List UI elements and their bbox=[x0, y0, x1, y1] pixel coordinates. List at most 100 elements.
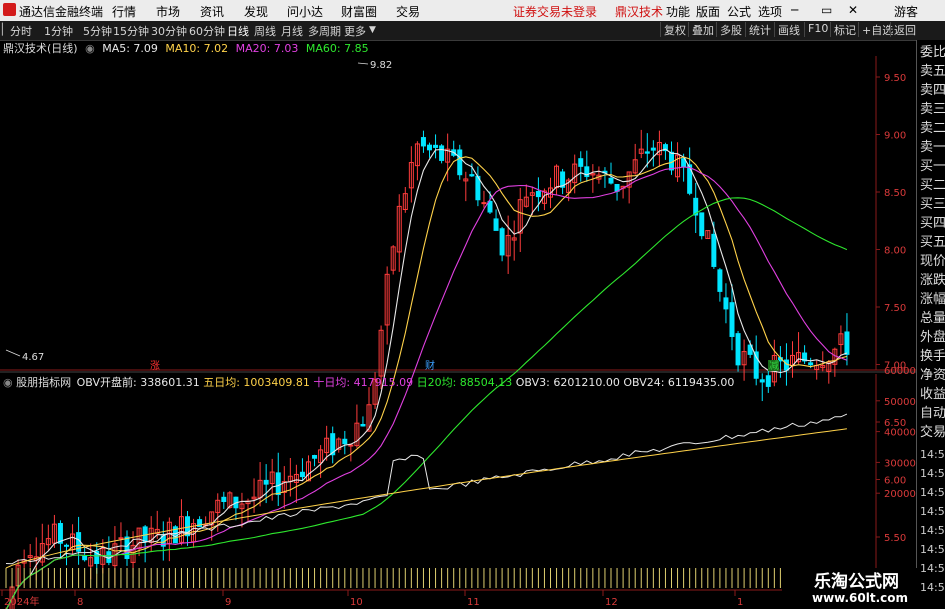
menu-layout[interactable]: 版面 bbox=[696, 3, 720, 20]
site-watermark: 乐淘公式网 www.60lt.com bbox=[782, 568, 917, 609]
stock-title: 鼎汉技术 bbox=[615, 5, 664, 19]
marker-reduce[interactable]: 减 bbox=[769, 360, 779, 372]
period-tab-active[interactable]: 日线 bbox=[227, 23, 249, 39]
candle-body bbox=[729, 302, 735, 337]
candle-body bbox=[433, 144, 439, 148]
candle-body bbox=[499, 228, 505, 256]
candle-body bbox=[735, 333, 741, 366]
price-tick-label: 8.00 bbox=[884, 246, 906, 257]
obv-tick-label: 60000 bbox=[884, 366, 916, 377]
menu-xiaoda[interactable]: 问小达 bbox=[287, 3, 323, 20]
candle-body bbox=[650, 147, 656, 151]
quote-panel-label[interactable]: 涨幅 bbox=[920, 290, 945, 309]
period-tab[interactable]: 分时 bbox=[10, 23, 32, 39]
price-tick-label: 6.00 bbox=[884, 476, 906, 487]
quote-panel-label[interactable]: 买五 bbox=[920, 233, 945, 252]
marker-finance[interactable]: 财 bbox=[425, 359, 435, 372]
quote-panel-label[interactable]: 外盘 bbox=[920, 328, 945, 347]
back-button[interactable]: 返回 bbox=[890, 22, 919, 37]
toolbar-button[interactable]: F10 bbox=[804, 22, 831, 37]
period-tab[interactable]: 月线 bbox=[281, 23, 303, 39]
candle-body bbox=[275, 472, 281, 496]
toolbar-button[interactable]: 统计 bbox=[745, 22, 774, 37]
quote-panel-label[interactable]: 交易 bbox=[920, 423, 945, 442]
price-tick-label: 8.50 bbox=[884, 188, 906, 199]
toolbar-button[interactable]: 画线 bbox=[774, 22, 803, 37]
period-tab-more[interactable]: 更多 bbox=[344, 23, 366, 39]
period-tab[interactable]: 30分钟 bbox=[151, 23, 187, 39]
candle-body bbox=[124, 536, 130, 559]
period-tab[interactable]: 多周期 bbox=[308, 23, 341, 39]
menu-formula[interactable]: 公式 bbox=[727, 3, 751, 20]
trade-time-label: 14:56 bbox=[920, 562, 945, 575]
ma60-line bbox=[5, 197, 848, 609]
quote-panel-label[interactable]: 卖三 bbox=[920, 100, 945, 119]
quote-panel-label[interactable]: 买四 bbox=[920, 214, 945, 233]
candle-body bbox=[118, 537, 124, 540]
candle-body bbox=[711, 233, 717, 267]
trade-time-label: 14:56 bbox=[920, 581, 945, 594]
quote-panel-label[interactable]: 换手 bbox=[920, 347, 945, 366]
indicator-menu-icon[interactable]: ◉ bbox=[3, 376, 13, 389]
quote-panel-label[interactable]: 卖二 bbox=[920, 119, 945, 138]
date-tick-label: 11 bbox=[467, 597, 480, 608]
candle-body bbox=[457, 149, 463, 176]
toolbar-button[interactable]: 标记 bbox=[830, 22, 859, 37]
obv-label: OBV开盘前: 338601.31 bbox=[76, 376, 200, 389]
menu-trade[interactable]: 交易 bbox=[396, 3, 420, 20]
toolbar-button[interactable]: 复权 bbox=[660, 22, 689, 37]
obv-tick-label: 40000 bbox=[884, 428, 916, 439]
menu-quotes[interactable]: 行情 bbox=[112, 3, 136, 20]
period-tab[interactable]: 1分钟 bbox=[44, 23, 73, 39]
quote-panel-label[interactable]: 现价 bbox=[920, 252, 945, 271]
price-tick-label: 9.00 bbox=[884, 131, 906, 142]
menu-function[interactable]: 功能 bbox=[666, 3, 690, 20]
user-guest[interactable]: 游客 bbox=[894, 3, 918, 20]
quote-panel-label[interactable]: 自动 bbox=[920, 404, 945, 423]
candle-body bbox=[360, 423, 366, 427]
period-tab[interactable]: 15分钟 bbox=[113, 23, 149, 39]
candle-body bbox=[263, 479, 269, 485]
candle-body bbox=[608, 177, 614, 184]
low-price-label: 4.67 bbox=[22, 352, 44, 363]
quote-panel-label[interactable]: 涨跌 bbox=[920, 271, 945, 290]
minimize-icon[interactable]: ─ bbox=[791, 3, 798, 17]
obv-indicator-title: 股朋指标网 bbox=[16, 376, 72, 389]
period-tab[interactable]: 60分钟 bbox=[189, 23, 225, 39]
toolbar-button[interactable]: 多股 bbox=[716, 22, 745, 37]
quote-panel-label[interactable]: 总量 bbox=[920, 309, 945, 328]
kline-chart[interactable]: 9.509.008.508.007.507.006.506.005.505.00… bbox=[0, 40, 916, 609]
quote-panel-label[interactable]: 买一 bbox=[920, 157, 945, 176]
candle-body bbox=[221, 496, 227, 502]
marker-rise[interactable]: 涨 bbox=[150, 360, 160, 372]
close-icon[interactable]: ✕ bbox=[848, 3, 858, 17]
toolbar-button[interactable]: 叠加 bbox=[688, 22, 717, 37]
quote-panel-label[interactable]: 买三 bbox=[920, 195, 945, 214]
menu-wealth[interactable]: 财富圈 bbox=[341, 3, 377, 20]
quote-panel-label[interactable]: 净资 bbox=[920, 366, 945, 385]
date-tick-label: 2024年 bbox=[4, 595, 39, 608]
menu-news[interactable]: 资讯 bbox=[200, 3, 224, 20]
menu-discover[interactable]: 发现 bbox=[244, 3, 268, 20]
login-notice[interactable]: 证券交易未登录 bbox=[513, 3, 597, 20]
candle-body bbox=[783, 359, 789, 371]
candle-body bbox=[312, 455, 318, 459]
top-menu-bar: 通达信金融终端 行情 市场 资讯 发现 问小达 财富圈 交易 证券交易未登录 鼎… bbox=[0, 0, 945, 21]
menu-market[interactable]: 市场 bbox=[156, 3, 180, 20]
period-tab[interactable]: 周线 bbox=[254, 23, 276, 39]
maximize-icon[interactable]: ▭ bbox=[821, 3, 832, 17]
trade-time-label: 14:56 bbox=[920, 524, 945, 537]
more-chevron-icon[interactable]: ▼ bbox=[369, 25, 376, 35]
menu-options[interactable]: 选项 bbox=[758, 3, 782, 20]
quote-panel-label[interactable]: 收益 bbox=[920, 385, 945, 404]
quote-panel-label[interactable]: 卖五 bbox=[920, 62, 945, 81]
candle-body bbox=[808, 362, 814, 366]
date-tick-label: 1 bbox=[737, 597, 743, 608]
period-tab[interactable]: 5分钟 bbox=[83, 23, 112, 39]
watermark-title: 乐淘公式网 bbox=[814, 572, 899, 592]
quote-panel-label[interactable]: 卖四 bbox=[920, 81, 945, 100]
quote-panel-label[interactable]: 卖一 bbox=[920, 138, 945, 157]
candle-body bbox=[427, 144, 432, 151]
quote-panel-label[interactable]: 委比 bbox=[920, 43, 945, 62]
quote-panel-label[interactable]: 买二 bbox=[920, 176, 945, 195]
